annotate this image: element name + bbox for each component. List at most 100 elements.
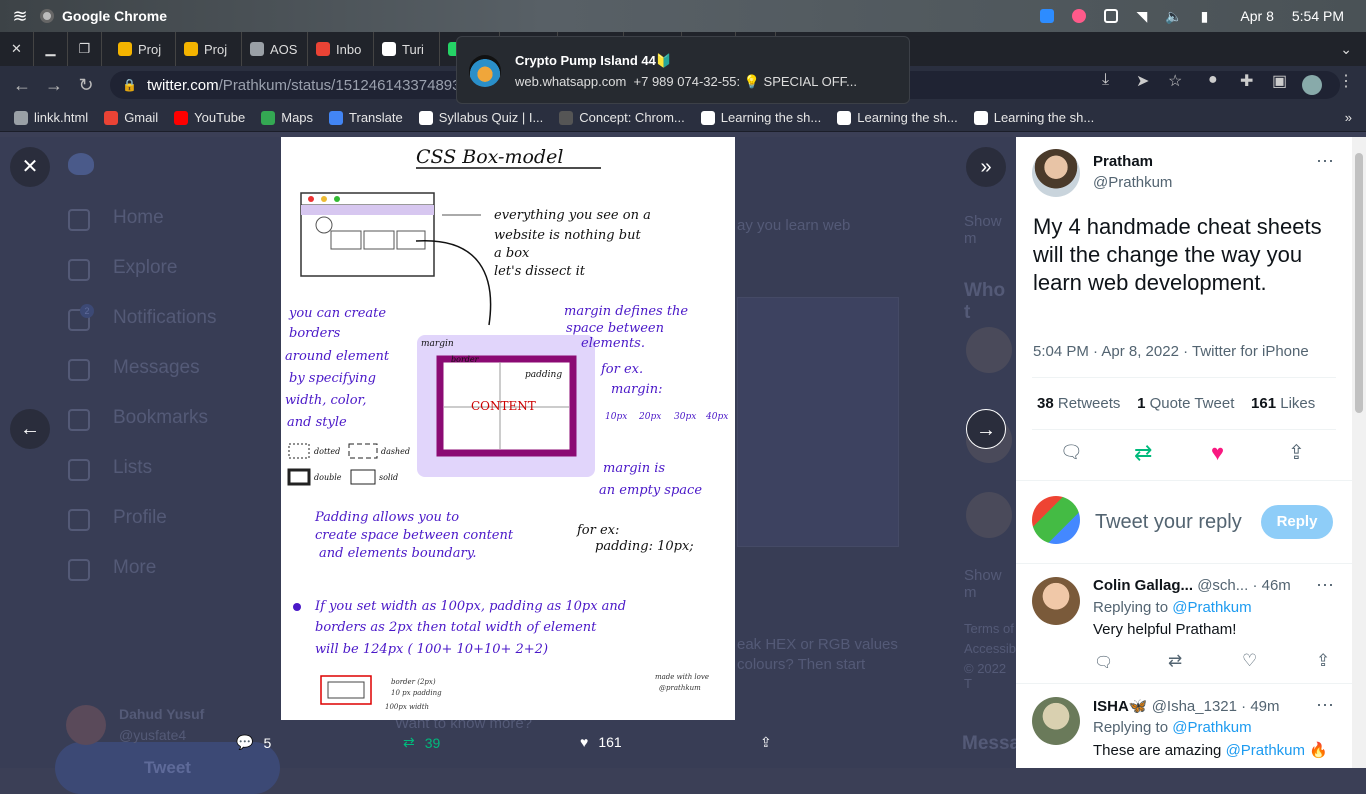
reply-share-icon[interactable]: ⇪ (1316, 651, 1330, 671)
likes-label[interactable]: Likes (1280, 395, 1315, 412)
bookmark-item[interactable]: Maps (253, 110, 321, 125)
reply-time[interactable]: · 46m (1252, 577, 1290, 594)
nav-explore-icon[interactable] (68, 259, 90, 281)
app-menu-icon[interactable]: ≋ (0, 6, 40, 27)
nav-item-notifications[interactable]: Notifications (113, 307, 217, 329)
author-avatar[interactable] (1032, 149, 1080, 197)
scrollbar-thumb[interactable] (1355, 153, 1363, 413)
quotes-label[interactable]: Quote Tweet (1150, 395, 1235, 412)
share-icon[interactable]: ➤ (1136, 71, 1149, 91)
retweet-icon[interactable]: ⇄ (1134, 440, 1152, 466)
reply-button[interactable]: Reply (1261, 505, 1333, 539)
extension-icon[interactable]: ● (1208, 71, 1218, 89)
extensions-puzzle-icon[interactable]: ✚ (1240, 71, 1253, 91)
nav-lists-icon[interactable] (68, 459, 90, 481)
bookmark-item[interactable]: Syllabus Quiz | I... (411, 110, 552, 125)
chrome-menu-icon[interactable]: ⋮ (1338, 71, 1354, 91)
reply-icon[interactable]: 🗨 (1060, 442, 1083, 463)
nav-item-profile[interactable]: Profile (113, 507, 167, 529)
reply-item[interactable]: ISHA🦋 @Isha_1321 · 49m ⋯ Replying to @Prat… (1016, 693, 1352, 768)
bookmark-item[interactable]: Translate (321, 110, 411, 125)
reply-mention[interactable]: @Prathkum (1226, 742, 1305, 759)
like-action[interactable]: ♥ 161 (580, 734, 622, 750)
tab-search-icon[interactable]: ⌄ (1340, 41, 1352, 58)
bookmark-item[interactable]: Learning the sh... (966, 110, 1102, 125)
browser-tab[interactable]: AOS (242, 32, 308, 66)
account-handle[interactable]: @yusfate4 (119, 727, 186, 743)
bookmark-item[interactable]: linkk.html (6, 110, 96, 125)
active-app[interactable]: Google Chrome (40, 8, 167, 24)
browser-tab[interactable]: Turi (374, 32, 440, 66)
reply-author-handle[interactable]: @sch... (1197, 577, 1248, 594)
replying-to-link[interactable]: @Prathkum (1172, 719, 1251, 736)
nav-item-more[interactable]: More (113, 557, 156, 579)
bookmarks-overflow-icon[interactable]: » (1345, 110, 1352, 125)
reply-reply-icon[interactable]: 🗨 (1094, 653, 1113, 671)
quotes-count[interactable]: 1 (1137, 395, 1145, 412)
reply-like-icon[interactable]: ♡ (1242, 651, 1257, 671)
nav-item-messages[interactable]: Messages (113, 357, 200, 379)
reply-author-name[interactable]: Colin Gallag... (1093, 577, 1193, 594)
browser-tab[interactable]: Inbo (308, 32, 374, 66)
date-label[interactable]: Apr 8 (1240, 8, 1273, 24)
lock-icon[interactable]: 🔒 (122, 78, 137, 92)
back-icon[interactable]: ← (6, 75, 38, 96)
close-window-icon[interactable]: ✕ (0, 32, 34, 66)
account-name[interactable]: Dahud Yusuf (119, 706, 204, 722)
maximize-icon[interactable]: ❐ (68, 32, 102, 66)
minimize-icon[interactable]: ▁ (34, 32, 68, 66)
bookmark-item[interactable]: Gmail (96, 110, 166, 125)
retweet-action[interactable]: ⇄ 39 (403, 734, 440, 751)
browser-tab[interactable]: Proj (176, 32, 242, 66)
reply-action[interactable]: 💬 5 (236, 734, 271, 751)
reply-more-icon[interactable]: ⋯ (1316, 575, 1334, 596)
profile-avatar[interactable] (1302, 75, 1322, 95)
reply-input[interactable]: Tweet your reply (1095, 511, 1242, 534)
reply-retweet-icon[interactable]: ⇄ (1168, 651, 1182, 671)
sync-icon[interactable] (1072, 9, 1087, 23)
replying-to-link[interactable]: @Prathkum (1172, 599, 1251, 616)
bookmark-item[interactable]: Learning the sh... (693, 110, 829, 125)
likes-count[interactable]: 161 (1251, 395, 1276, 412)
volume-icon[interactable]: 🔈 (1165, 8, 1182, 25)
wifi-icon[interactable]: ◥ (1136, 8, 1147, 25)
browser-tab[interactable]: Proj (110, 32, 176, 66)
nav-profile-icon[interactable] (68, 509, 90, 531)
camera-icon[interactable] (1104, 9, 1119, 23)
tweet-meta[interactable]: 5:04 PM · Apr 8, 2022 · Twitter for iPho… (1033, 343, 1309, 360)
forward-icon[interactable]: → (38, 75, 70, 96)
bookmark-star-icon[interactable]: ☆ (1168, 71, 1182, 91)
nav-item-explore[interactable]: Explore (113, 257, 177, 279)
panel-scrollbar[interactable] (1352, 137, 1366, 768)
battery-icon[interactable]: ▮ (1201, 8, 1209, 25)
bookmark-item[interactable]: Learning the sh... (829, 110, 965, 125)
reply-author-handle[interactable]: @Isha_1321 (1152, 698, 1237, 715)
time-label[interactable]: 5:54 PM (1292, 8, 1344, 24)
install-icon[interactable]: ⤓ (1102, 71, 1109, 89)
bookmark-item[interactable]: YouTube (166, 110, 253, 125)
account-avatar[interactable] (66, 705, 106, 745)
desktop-notification[interactable]: Crypto Pump Island 44🔰 web.whatsapp.com … (456, 36, 910, 104)
author-name[interactable]: Pratham (1093, 153, 1153, 170)
reload-icon[interactable]: ↻ (70, 75, 102, 96)
nav-bookmarks-icon[interactable] (68, 409, 90, 431)
reply-author-name[interactable]: ISHA🦋 (1093, 698, 1148, 715)
prev-image-icon[interactable]: ← (10, 409, 50, 449)
close-viewer-icon[interactable]: ✕ (10, 147, 50, 187)
bookmark-item[interactable]: Concept: Chrom... (551, 110, 693, 125)
my-avatar[interactable] (1032, 496, 1080, 544)
heart-filled-icon[interactable]: ♥ (1211, 440, 1224, 466)
nav-item-bookmarks[interactable]: Bookmarks (113, 407, 208, 429)
nav-item-home[interactable]: Home (113, 207, 164, 229)
nav-messages-icon[interactable] (68, 359, 90, 381)
nav-more-icon[interactable] (68, 559, 90, 581)
next-image-icon[interactable]: → (966, 409, 1006, 449)
expand-panel-icon[interactable]: » (966, 147, 1006, 187)
retweets-label[interactable]: Retweets (1058, 395, 1121, 412)
more-options-icon[interactable]: ⋯ (1316, 151, 1334, 172)
zoom-icon[interactable] (1040, 9, 1055, 23)
reply-more-icon[interactable]: ⋯ (1316, 695, 1334, 716)
share-action[interactable]: ⇪ (760, 734, 772, 751)
nav-item-lists[interactable]: Lists (113, 457, 152, 479)
reply-avatar[interactable] (1032, 697, 1080, 745)
